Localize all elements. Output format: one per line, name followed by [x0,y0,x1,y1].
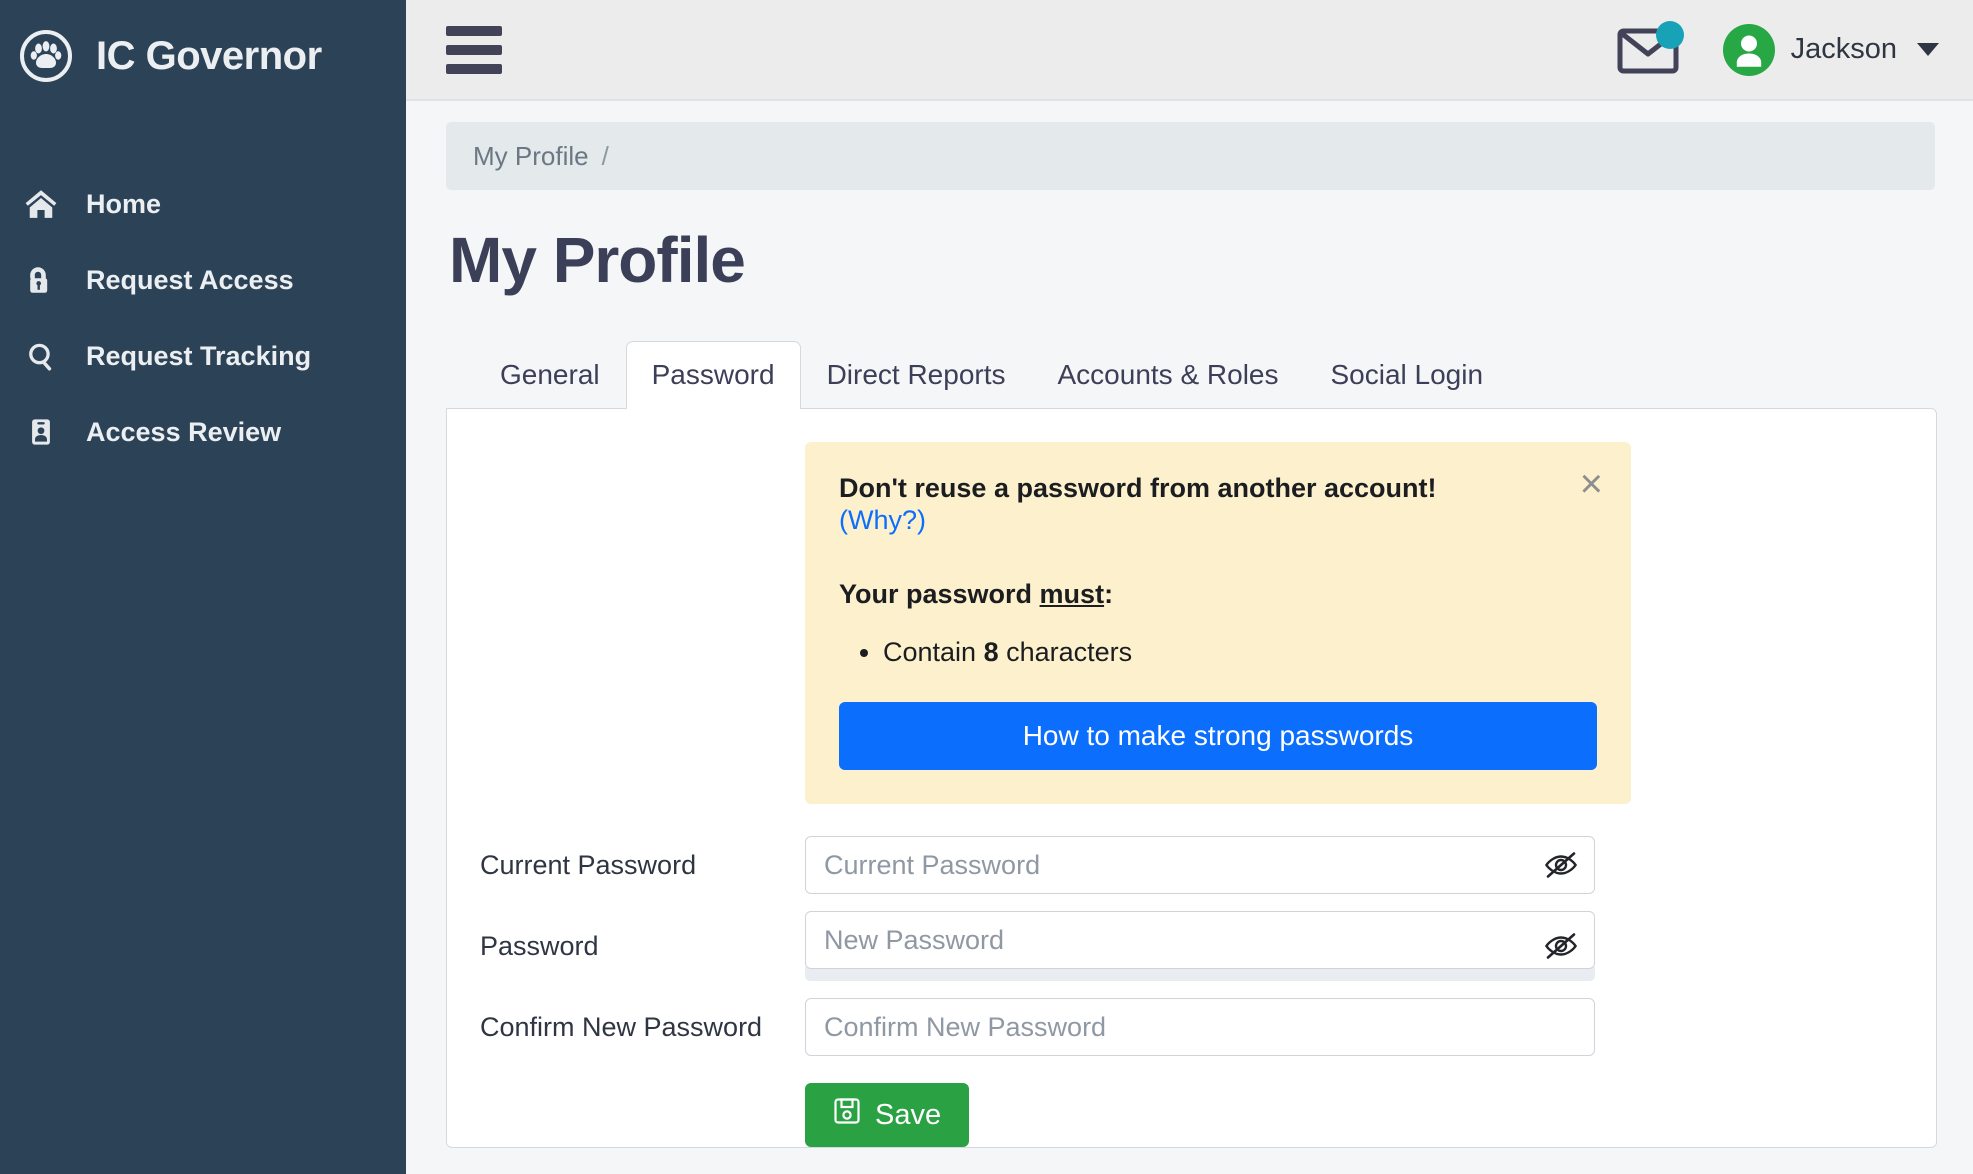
id-badge-icon [22,413,60,451]
sidebar-item-label: Home [86,188,162,219]
brand[interactable]: IC Governor [0,18,406,94]
tab-bar: General Password Direct Reports Accounts… [474,341,1955,409]
tab-panel-password: Don't reuse a password from another acco… [446,407,1937,1149]
user-avatar-icon [1722,23,1775,76]
breadcrumb-item-my-profile[interactable]: My Profile [473,141,589,172]
new-password-input[interactable] [805,911,1595,970]
confirm-password-field-wrap [805,998,1595,1057]
envelope-icon[interactable] [1617,20,1684,75]
notification-badge [1655,20,1684,49]
sidebar-item-label: Request Access [86,264,294,295]
alert-sub-prefix: Your password [839,578,1040,609]
alert-heading: Don't reuse a password from another acco… [839,472,1597,537]
home-icon [22,185,60,223]
app-root: IC Governor Home Request Access Request … [0,0,1973,1174]
sidebar-item-request-tracking[interactable]: Request Tracking [0,318,406,394]
form-row-confirm-password: Confirm New Password [447,998,1936,1057]
tab-general[interactable]: General [474,341,626,408]
save-button[interactable]: Save [805,1083,970,1148]
unlock-icon [22,261,60,299]
alert-subheading: Your password must: [839,579,1597,610]
alert-sub-underlined: must [1039,578,1105,609]
sidebar-item-label: Access Review [86,416,282,447]
list-item: Contain 8 characters [883,632,1597,673]
password-form: Current Password Current Password Passwo… [447,836,1936,1148]
current-password-field-wrap [805,836,1595,895]
topbar: Jackson [406,0,1973,101]
confirm-password-input[interactable] [805,998,1595,1057]
hamburger-icon[interactable] [446,25,506,74]
hamburger-bar [446,44,502,55]
sidebar: IC Governor Home Request Access Request … [0,0,406,1174]
sidebar-item-home[interactable]: Home [0,166,406,242]
user-menu[interactable]: Jackson [1722,23,1945,76]
search-icon [22,337,60,375]
close-icon[interactable]: × [1580,464,1603,504]
chevron-down-icon [1917,43,1939,56]
tab-accounts-roles[interactable]: Accounts & Roles [1032,341,1305,408]
sidebar-item-access-review[interactable]: Access Review [0,394,406,470]
eye-slash-icon[interactable] [1543,928,1579,964]
hamburger-bar [446,63,502,74]
save-button-label: Save [875,1098,942,1131]
requirement-suffix: characters [998,636,1133,667]
breadcrumb-separator: / [601,140,609,171]
save-row: Save [447,1083,1936,1148]
why-link[interactable]: (Why?) [839,505,926,535]
confirm-password-label: Confirm New Password [480,1011,763,1042]
requirement-value: 8 [983,636,999,667]
sidebar-nav: Home Request Access Request Tracking Acc… [0,166,406,470]
main-column: Jackson My Profile / My Profile General … [406,0,1973,1174]
password-strength-meter [805,967,1595,982]
current-password-input[interactable] [805,836,1595,895]
paw-circle-icon [18,28,74,84]
password-policy-alert: Don't reuse a password from another acco… [805,441,1631,805]
tab-password[interactable]: Password [625,341,801,409]
eye-slash-icon[interactable] [1543,847,1579,883]
hamburger-bar [446,25,502,36]
content-area: My Profile / My Profile General Password… [406,101,1973,1174]
floppy-disk-icon [833,1097,861,1133]
password-requirements-list: Contain 8 characters [883,632,1597,673]
alert-sub-suffix: : [1104,578,1114,609]
page-title: My Profile [449,224,746,296]
current-password-label: Current Password [480,849,697,880]
sidebar-item-label: Request Tracking [86,340,312,371]
sidebar-item-request-access[interactable]: Request Access [0,242,406,318]
how-to-make-strong-passwords-button[interactable]: How to make strong passwords [839,702,1597,771]
tab-social-login[interactable]: Social Login [1305,341,1510,408]
form-row-new-password: Password [447,911,1936,982]
new-password-field-wrap [805,911,1595,982]
tab-direct-reports[interactable]: Direct Reports [801,341,1032,408]
user-name: Jackson [1790,33,1897,65]
new-password-label: Password [480,930,599,961]
alert-heading-text: Don't reuse a password from another acco… [839,472,1437,503]
form-row-current-password: Current Password [447,836,1936,895]
requirement-prefix: Contain [883,636,984,667]
brand-title: IC Governor [96,33,322,78]
breadcrumb: My Profile / [446,122,1935,190]
